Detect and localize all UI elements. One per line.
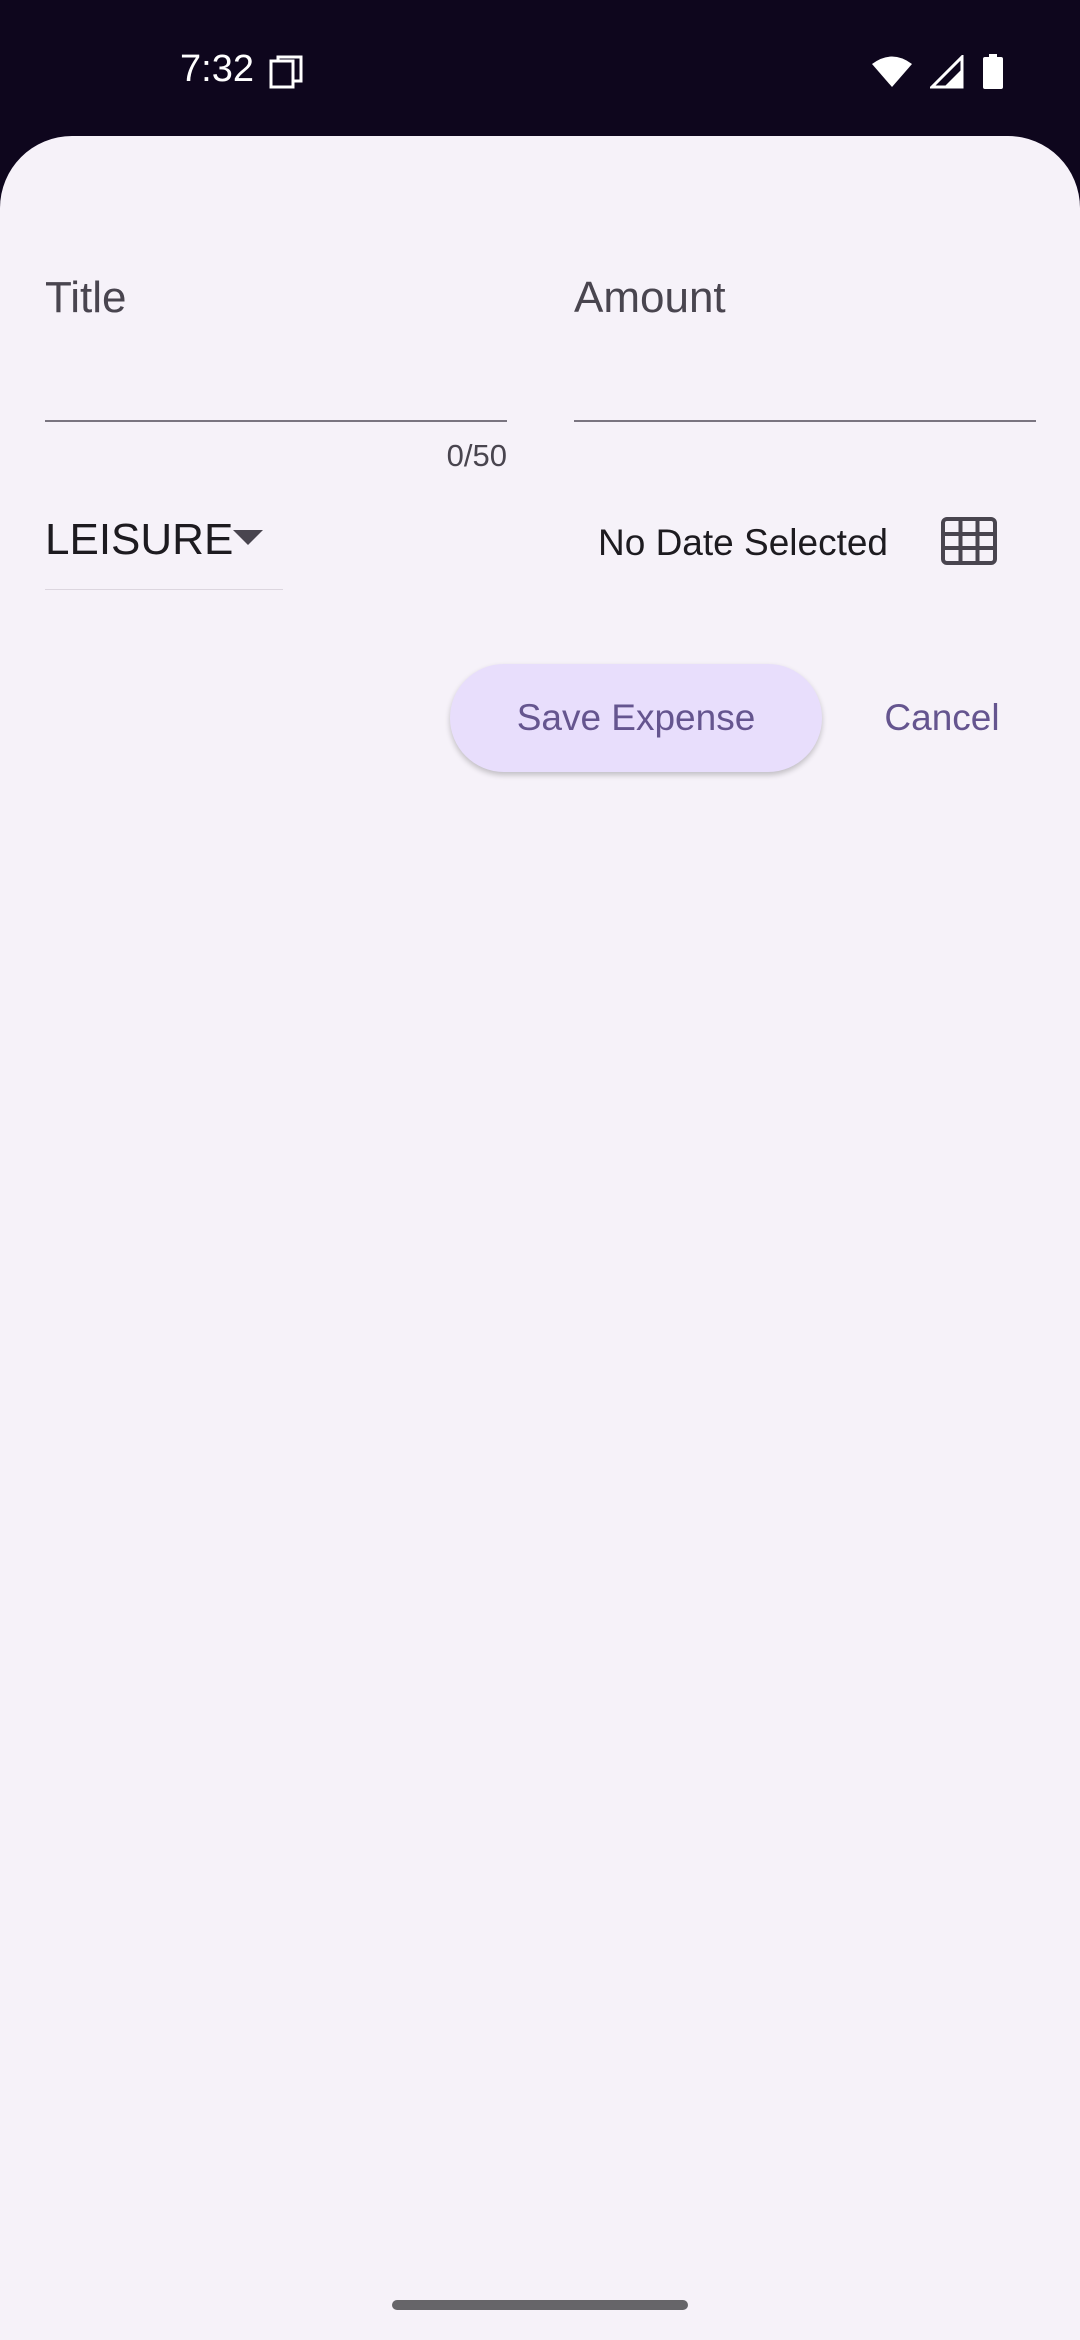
cellular-signal-icon <box>930 55 964 89</box>
wifi-icon <box>872 56 912 87</box>
title-field-label: Title <box>45 273 127 322</box>
category-dropdown[interactable]: LEISURE <box>45 500 283 590</box>
status-icons <box>872 52 1004 92</box>
amount-field-label: Amount <box>574 273 726 322</box>
title-field-underline <box>45 420 507 422</box>
dropdown-arrow-icon <box>233 530 263 545</box>
selected-date-text: No Date Selected <box>598 522 889 563</box>
add-expense-sheet: Title 0/50 Amount LEISURE No Date Select… <box>0 136 1080 2340</box>
calendar-button[interactable] <box>924 496 1014 586</box>
calendar-icon <box>941 517 997 565</box>
amount-field-underline <box>574 420 1036 422</box>
save-expense-button[interactable]: Save Expense <box>450 664 822 772</box>
cancel-button[interactable]: Cancel <box>860 664 1024 772</box>
screenshot-icon <box>269 55 303 89</box>
category-selected-value: LEISURE <box>45 515 234 564</box>
title-character-counter: 0/50 <box>446 438 507 473</box>
status-time: 7:32 <box>180 48 254 90</box>
battery-icon <box>983 54 1003 89</box>
gesture-navigation-bar[interactable] <box>392 2300 688 2310</box>
status-bar: 7:32 <box>0 0 1080 140</box>
